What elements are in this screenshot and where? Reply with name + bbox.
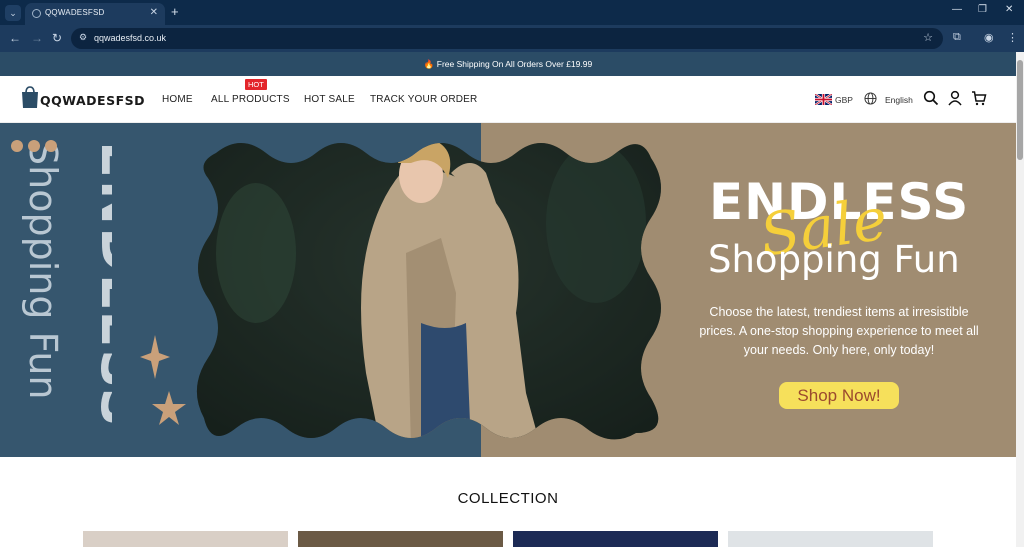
hero-photo xyxy=(196,143,662,440)
nav-hot-sale[interactable]: HOT SALE xyxy=(304,94,355,105)
cart-icon[interactable] xyxy=(971,90,987,106)
fire-icon: 🔥 xyxy=(423,59,435,69)
site-header: QQWADESFSD HOME ALL PRODUCTS HOT HOT SAL… xyxy=(0,76,1016,123)
url-text: qqwadesfsd.co.uk xyxy=(94,33,167,43)
browser-tab[interactable]: QQWADESFSD ✕ xyxy=(25,3,165,25)
announcement-bar: 🔥 Free Shipping On All Orders Over £19.9… xyxy=(0,52,1016,76)
scrollbar-thumb[interactable] xyxy=(1017,60,1023,160)
minimize-icon[interactable]: — xyxy=(952,4,962,15)
extensions-icon[interactable]: ⧉ xyxy=(953,31,961,44)
reload-icon[interactable]: ↻ xyxy=(52,31,62,45)
bookmark-star-icon[interactable]: ☆ xyxy=(923,31,933,44)
tab-title: QQWADESFSD xyxy=(45,8,105,17)
announcement-text: Free Shipping On All Orders Over £19.99 xyxy=(436,59,593,69)
shop-now-button[interactable]: Shop Now! xyxy=(779,382,899,409)
browser-toolbar: ← → ↻ ⚙ qqwadesfsd.co.uk ☆ ⧉ ◉ ⋮ xyxy=(0,25,1024,52)
tab-search-icon[interactable]: ⌄ xyxy=(5,5,21,21)
page-scrollbar[interactable] xyxy=(1016,52,1024,547)
nav-track-order[interactable]: TRACK YOUR ORDER xyxy=(370,94,477,105)
collection-item[interactable] xyxy=(83,531,288,547)
address-bar[interactable]: ⚙ qqwadesfsd.co.uk ☆ xyxy=(71,28,943,49)
account-icon[interactable] xyxy=(947,90,963,106)
collection-item[interactable] xyxy=(513,531,718,547)
globe-icon[interactable] xyxy=(864,92,877,105)
site-settings-icon[interactable]: ⚙ xyxy=(79,32,87,43)
vertical-title-graphic: ENDLESS Shopping Fun xyxy=(21,141,112,429)
close-icon[interactable]: ✕ xyxy=(150,7,158,18)
back-icon[interactable]: ← xyxy=(9,31,21,45)
hero-description: Choose the latest, trendiest items at ir… xyxy=(699,305,979,357)
shopping-bag-logo-icon[interactable] xyxy=(21,85,39,109)
web-page: 🔥 Free Shipping On All Orders Over £19.9… xyxy=(0,52,1016,547)
site-logo[interactable]: QQWADESFSD xyxy=(40,93,145,108)
profile-icon[interactable]: ◉ xyxy=(984,31,994,44)
vertical-subtitle: Shopping Fun xyxy=(21,141,65,400)
currency-selector[interactable]: GBP xyxy=(835,95,853,105)
language-selector[interactable]: English xyxy=(885,95,913,105)
hero-banner[interactable]: ENDLESS Shopping Fun ENDLESS Sale Shoppi… xyxy=(0,123,1016,457)
collection-item[interactable] xyxy=(298,531,503,547)
collection-item[interactable] xyxy=(728,531,933,547)
globe-icon xyxy=(32,9,41,18)
collection-heading: COLLECTION xyxy=(457,490,559,507)
search-icon[interactable] xyxy=(923,90,939,106)
menu-icon[interactable]: ⋮ xyxy=(1007,31,1018,44)
vertical-title: ENDLESS xyxy=(89,141,112,429)
sparkle-icon xyxy=(140,335,170,379)
hot-badge: HOT xyxy=(245,79,267,90)
restore-icon[interactable]: ❐ xyxy=(978,4,987,15)
new-tab-icon[interactable]: + xyxy=(171,4,179,19)
uk-flag-icon[interactable] xyxy=(815,94,832,105)
dots-decoration xyxy=(11,140,57,152)
nav-all-products[interactable]: ALL PRODUCTS xyxy=(211,94,290,105)
forward-icon[interactable]: → xyxy=(31,31,43,45)
browser-tab-bar: ⌄ QQWADESFSD ✕ + — ❐ ✕ xyxy=(0,0,1024,25)
hero-subtitle: Shopping Fun xyxy=(708,238,960,281)
star-icon xyxy=(152,391,186,425)
nav-home[interactable]: HOME xyxy=(162,94,193,105)
window-close-icon[interactable]: ✕ xyxy=(1005,4,1013,15)
